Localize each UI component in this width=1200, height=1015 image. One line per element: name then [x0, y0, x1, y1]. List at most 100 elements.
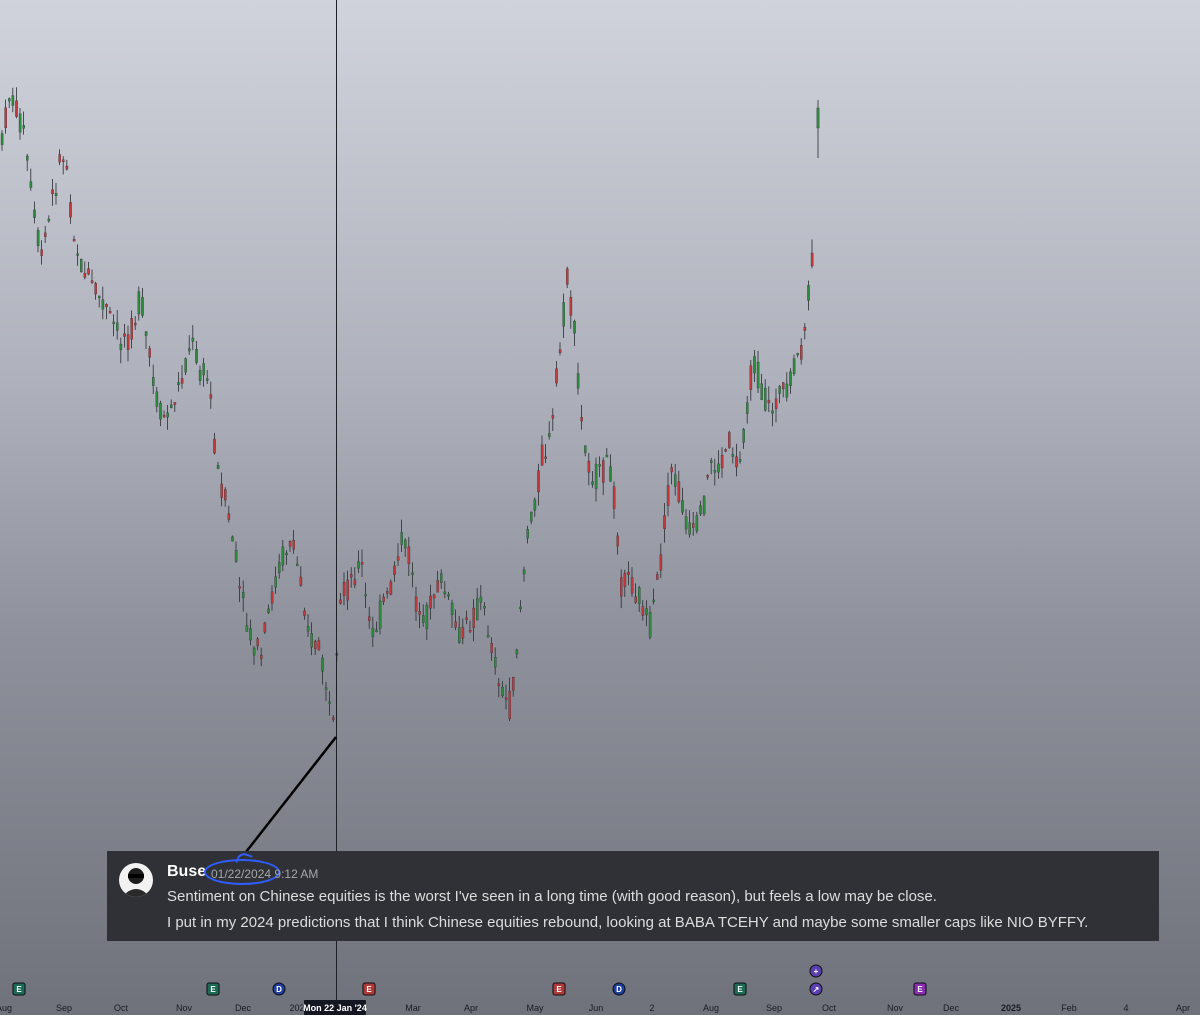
candle-body: [767, 399, 771, 404]
candle-body: [292, 540, 295, 550]
candle-body: [353, 579, 357, 586]
candle: [177, 372, 180, 392]
candle-body: [584, 445, 587, 453]
event-markers: E E D E E D E + ↗ E: [12, 964, 927, 996]
x-tick-label: Dec: [943, 1003, 960, 1013]
candle: [216, 461, 220, 470]
candle: [306, 614, 310, 637]
message-author[interactable]: Buse: [167, 863, 206, 881]
candle: [670, 463, 673, 485]
candles-layer: [0, 87, 820, 723]
candle-body: [119, 343, 123, 350]
candle-body: [51, 189, 54, 195]
candle: [346, 570, 349, 611]
candle-body: [792, 358, 796, 374]
event-marker[interactable]: +: [809, 964, 823, 978]
candle-body: [134, 322, 137, 326]
candle-body: [501, 686, 504, 696]
candle-body: [58, 154, 61, 163]
candle-body: [80, 258, 83, 272]
candle-body: [396, 556, 400, 561]
candle: [706, 474, 709, 480]
candle-body: [753, 356, 756, 374]
event-marker-letter: ↗: [813, 985, 820, 994]
candle: [548, 421, 551, 440]
candle: [4, 99, 7, 134]
candle-body: [432, 594, 436, 599]
candle: [26, 153, 29, 171]
avatar[interactable]: [119, 863, 153, 897]
candle-body: [526, 529, 529, 539]
candle: [209, 381, 213, 409]
candle: [432, 593, 436, 609]
candle: [616, 532, 619, 555]
candle-body: [461, 627, 465, 639]
candle-body: [213, 438, 216, 454]
candle: [774, 388, 778, 423]
candle: [483, 602, 486, 616]
candle: [620, 569, 623, 609]
candle: [807, 280, 810, 311]
candle-body: [44, 232, 47, 237]
candle-body: [519, 606, 522, 610]
candle-body: [404, 539, 407, 549]
candle-body: [231, 536, 234, 542]
candle: [393, 561, 396, 582]
candle: [713, 458, 717, 486]
candle: [512, 676, 515, 697]
candle-body: [710, 460, 713, 463]
candle: [231, 535, 234, 542]
x-tick-label: Apr: [1176, 1003, 1190, 1013]
candle-body: [576, 373, 580, 389]
candle: [389, 579, 393, 596]
candle: [285, 550, 288, 565]
candle-body: [281, 546, 285, 566]
candle: [267, 604, 270, 615]
candle: [803, 323, 807, 340]
candle: [724, 448, 727, 453]
candle: [537, 463, 540, 506]
candle-body: [170, 404, 173, 408]
event-marker[interactable]: ↗: [809, 982, 823, 996]
event-marker[interactable]: E: [733, 982, 747, 996]
candle-body: [159, 402, 162, 420]
candle-body: [288, 541, 292, 547]
candle-body: [15, 100, 18, 117]
candle: [767, 386, 771, 413]
candle: [404, 538, 407, 557]
candle-body: [360, 562, 364, 565]
candle-body: [540, 444, 544, 466]
event-marker[interactable]: E: [552, 982, 566, 996]
candle: [90, 269, 94, 284]
candle: [602, 457, 605, 496]
event-marker[interactable]: E: [362, 982, 376, 996]
candle-body: [238, 586, 241, 589]
candle: [339, 593, 342, 605]
candle: [738, 451, 742, 464]
candle-body: [173, 402, 177, 405]
event-marker-letter: E: [366, 985, 372, 994]
event-marker[interactable]: E: [12, 982, 26, 996]
event-marker[interactable]: D: [272, 982, 286, 996]
candle: [407, 536, 411, 577]
event-marker[interactable]: E: [206, 982, 220, 996]
candle-body: [623, 572, 627, 587]
candle: [36, 226, 40, 253]
candle-body: [267, 608, 270, 613]
x-tick-label: Oct: [822, 1003, 837, 1013]
candle: [641, 600, 645, 621]
candle: [119, 337, 123, 364]
candle: [645, 600, 648, 627]
candle: [184, 357, 187, 376]
candle: [353, 567, 357, 589]
event-marker-letter: E: [737, 985, 743, 994]
event-marker[interactable]: D: [612, 982, 626, 996]
candle: [504, 684, 508, 710]
candle: [634, 583, 637, 604]
candle-body: [479, 596, 483, 603]
event-marker[interactable]: E: [913, 982, 927, 996]
candle-body: [587, 460, 591, 473]
event-marker-letter: E: [16, 985, 22, 994]
candle: [551, 408, 555, 432]
candle: [299, 566, 303, 587]
